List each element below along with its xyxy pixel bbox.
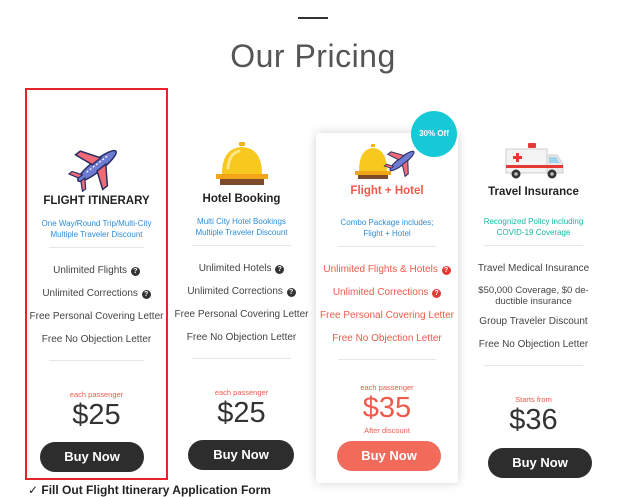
divider bbox=[49, 360, 144, 361]
card-title: Travel Insurance bbox=[488, 186, 579, 198]
title-divider bbox=[298, 17, 328, 19]
buy-now-button[interactable]: Buy Now bbox=[40, 442, 144, 472]
feature-item: Group Traveler Discount bbox=[479, 316, 588, 327]
help-icon[interactable]: ? bbox=[141, 290, 151, 299]
card-subtitle-line-2: COVID-19 Coverage bbox=[496, 228, 571, 237]
feature-item: Free Personal Covering Letter bbox=[320, 310, 454, 321]
help-icon[interactable]: ? bbox=[275, 265, 285, 274]
card-subtitle-line-1: Recognized Policy including bbox=[483, 217, 584, 226]
discount-badge: 30% Off bbox=[411, 111, 457, 157]
price: $35 bbox=[362, 392, 412, 424]
help-icon[interactable]: ? bbox=[441, 266, 451, 275]
price-label: Starts from bbox=[515, 395, 552, 404]
feature-item: Unlimited Flights ? bbox=[23, 265, 170, 277]
feature-item: Free No Objection Letter bbox=[186, 332, 297, 343]
feature-item: Free No Objection Letter bbox=[332, 333, 442, 344]
feature-item: Free Personal Covering Letter bbox=[29, 311, 164, 322]
after-discount-label: After discount bbox=[364, 426, 410, 435]
card-subtitle-line-2: Multiple Traveler Discount bbox=[195, 228, 288, 237]
feature-item: Free Personal Covering Letter bbox=[174, 309, 309, 320]
divider bbox=[484, 365, 583, 366]
card-subtitle-line-1: Multi City Hotel Bookings bbox=[197, 217, 286, 226]
feature-item: Free No Objection Letter bbox=[478, 339, 589, 350]
divider bbox=[338, 246, 436, 247]
page-title: Our Pricing bbox=[230, 38, 396, 74]
feature-item: Free No Objection Letter bbox=[41, 334, 152, 345]
buy-now-button[interactable]: Buy Now bbox=[488, 448, 592, 478]
feature-item: Unlimited Corrections ? bbox=[312, 287, 462, 299]
card-subtitle-line-2: Flight + Hotel bbox=[363, 229, 411, 238]
pricing-card-travel-insurance: Travel Insurance Recognized Policy inclu… bbox=[462, 88, 605, 480]
divider bbox=[338, 359, 436, 360]
airplane-icon bbox=[27, 140, 166, 193]
divider bbox=[192, 358, 291, 359]
price: $36 bbox=[509, 404, 558, 436]
feature-item: Travel Medical Insurance bbox=[477, 263, 590, 274]
feature-item: Unlimited Flights & Hotels ? bbox=[312, 264, 462, 276]
card-title: Hotel Booking bbox=[202, 193, 281, 205]
divider bbox=[484, 245, 583, 246]
pricing-card-flight-itinerary: FLIGHT ITINERARY One Way/Round Trip/Mult… bbox=[25, 88, 168, 480]
price: $25 bbox=[217, 397, 266, 429]
help-icon[interactable]: ? bbox=[130, 267, 140, 276]
card-subtitle-line-2: Multiple Traveler Discount bbox=[50, 230, 143, 239]
price: $25 bbox=[72, 399, 121, 431]
divider bbox=[49, 247, 144, 248]
buy-now-button[interactable]: Buy Now bbox=[188, 440, 294, 470]
feature-item: Unlimited Corrections ? bbox=[166, 286, 317, 298]
price-label: each passenger bbox=[214, 388, 269, 397]
feature-item: Unlimited Hotels ? bbox=[166, 263, 317, 275]
divider bbox=[192, 245, 291, 246]
help-icon[interactable]: ? bbox=[286, 288, 296, 297]
card-subtitle-line-1: One Way/Round Trip/Multi-City bbox=[41, 219, 152, 228]
price-label: each passenger bbox=[360, 383, 414, 392]
feature-item: Unlimited Corrections ? bbox=[23, 288, 170, 300]
buy-now-button[interactable]: Buy Now bbox=[337, 441, 441, 471]
help-icon[interactable]: ? bbox=[432, 289, 442, 298]
feature-item: $50,000 Coverage, $0 de-ductible insuran… bbox=[478, 285, 589, 307]
card-title: Flight + Hotel bbox=[350, 185, 424, 197]
card-subtitle-line-1: Combo Package includes; bbox=[340, 218, 434, 227]
pricing-card-flight-hotel: Flight + Hotel Combo Package includes; F… bbox=[316, 133, 458, 483]
price-label: each passenger bbox=[69, 390, 124, 399]
footer-step-text: ✓ Fill Out Flight Itinerary Application … bbox=[28, 483, 271, 497]
card-title: FLIGHT ITINERARY bbox=[43, 195, 150, 207]
service-bell-icon bbox=[170, 138, 313, 190]
pricing-card-hotel-booking: Hotel Booking Multi City Hotel Bookings … bbox=[170, 88, 313, 480]
